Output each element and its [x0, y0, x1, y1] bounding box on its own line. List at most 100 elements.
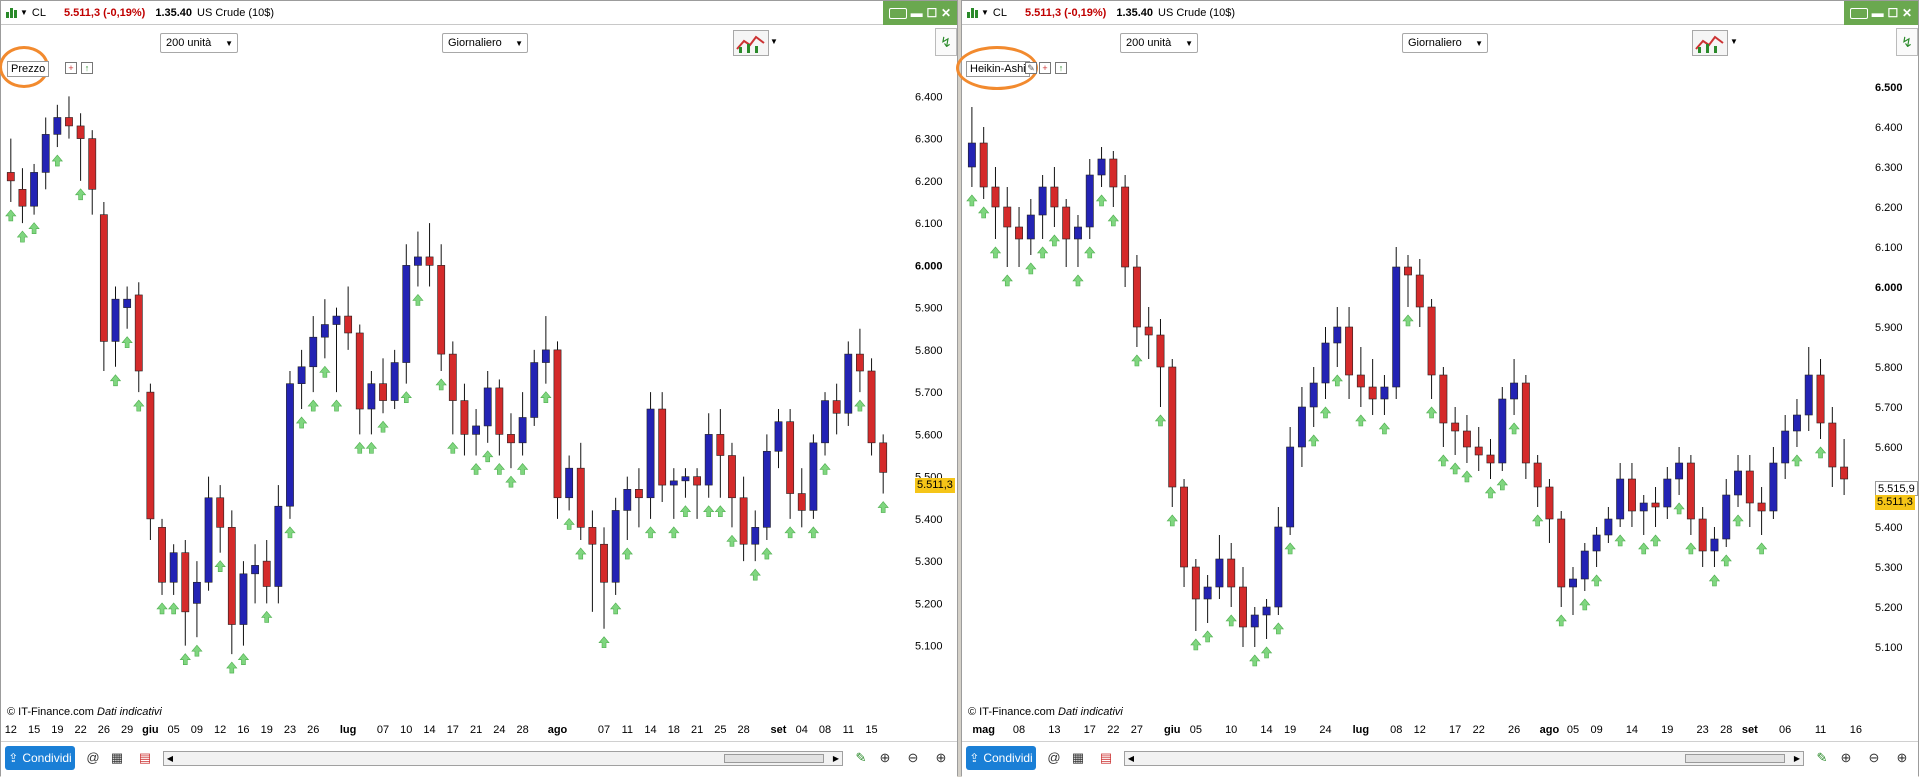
buy-arrow-icon [621, 547, 633, 560]
buy-arrow-icon [319, 365, 331, 378]
period-dropdown[interactable]: Giornaliero ▼ [1402, 33, 1488, 53]
chevron-down-icon[interactable]: ▼ [981, 8, 989, 17]
chart-type-button[interactable] [733, 30, 769, 56]
spread-value: 1.35.40 [155, 6, 193, 19]
chevron-down-icon[interactable]: ▼ [20, 8, 28, 17]
buy-arrow-icon [1154, 414, 1167, 427]
zoom-area-icon[interactable]: ⊕ [877, 750, 893, 766]
symbol-label[interactable]: CL [32, 7, 46, 19]
scroll-left-icon[interactable]: ◀ [164, 752, 176, 765]
chevron-down-icon[interactable]: ▼ [1730, 37, 1738, 46]
chevron-down-icon: ▼ [515, 39, 523, 48]
candle-body [1439, 374, 1448, 424]
chevron-down-icon[interactable]: ▼ [770, 37, 778, 46]
minimize-icon[interactable]: ▬ [911, 7, 923, 19]
draw-tool-icon[interactable]: ✎ [853, 750, 869, 766]
x-tick-label: 08 [819, 724, 831, 736]
candle-body [65, 117, 73, 127]
indicator-list-icon[interactable]: ▤ [1098, 750, 1114, 766]
x-tick-label: 19 [1661, 724, 1673, 736]
candle-body [1651, 502, 1660, 508]
buy-arrow-icon [1378, 422, 1391, 435]
x-tick-label: 17 [1449, 724, 1461, 736]
y-tick-label: 6.200 [915, 176, 943, 188]
minimize-icon[interactable]: ▬ [1872, 7, 1884, 19]
buy-arrow-icon [807, 526, 820, 539]
buy-arrow-icon [354, 441, 366, 454]
candle-body [658, 408, 667, 486]
candle-body [879, 442, 888, 473]
symbol-label[interactable]: CL [993, 7, 1007, 19]
buy-arrow-icon [1131, 354, 1143, 367]
buy-arrow-icon [819, 463, 831, 475]
units-dropdown[interactable]: 200 unità ▼ [1120, 33, 1198, 53]
horizontal-scrollbar[interactable]: ◀ ▶ [1124, 751, 1804, 766]
remove-icon[interactable]: + [1039, 62, 1051, 74]
maximize-icon[interactable]: ☐ [926, 7, 937, 19]
zoom-out-icon[interactable]: ⊖ [905, 750, 921, 766]
x-tick-label: 07 [598, 724, 610, 736]
arrow-up-icon[interactable]: ↑ [81, 62, 93, 74]
candle-body [1462, 430, 1471, 448]
x-tick-label: 08 [1390, 724, 1402, 736]
globe-icon[interactable]: @ [1046, 750, 1062, 766]
close-icon[interactable]: ✕ [1902, 7, 1912, 19]
chart-label[interactable]: Prezzo [7, 61, 50, 77]
close-icon[interactable]: ✕ [941, 7, 951, 19]
candle-body [1050, 186, 1059, 208]
draw-tool-icon[interactable]: ✎ [1814, 750, 1830, 766]
zoom-in-icon[interactable]: ⊕ [933, 750, 949, 766]
candle-body [1368, 386, 1377, 400]
candle-body [1180, 486, 1189, 568]
scroll-right-icon[interactable]: ▶ [830, 752, 842, 765]
zoom-in-icon[interactable]: ⊕ [1894, 750, 1910, 766]
globe-icon[interactable]: @ [85, 750, 101, 766]
buy-arrow-icon [749, 568, 761, 581]
horizontal-scrollbar[interactable]: ◀ ▶ [163, 751, 843, 766]
candle-body [1262, 606, 1271, 616]
candle-body [1321, 342, 1330, 384]
buy-arrow-icon [1484, 486, 1497, 499]
candle-body [1239, 586, 1247, 628]
candles-icon[interactable] [5, 7, 17, 19]
buy-arrow-icon [1508, 422, 1520, 435]
chart-type-button[interactable] [1692, 30, 1728, 56]
share-button[interactable]: ⇪ Condividi [966, 746, 1036, 770]
candle-body [1604, 518, 1613, 536]
indicator-list-icon[interactable]: ▤ [137, 750, 153, 766]
units-value: 200 unità [1126, 37, 1172, 49]
buy-arrow-icon [703, 505, 715, 518]
arrow-up-icon[interactable]: ↑ [1055, 62, 1067, 74]
maximize-icon[interactable]: ☐ [1887, 7, 1898, 19]
zoom-area-icon[interactable]: ⊕ [1838, 750, 1854, 766]
candle-body [1769, 462, 1778, 512]
scroll-thumb[interactable] [1685, 754, 1785, 763]
last-price-tag: 5.511,3 [1875, 495, 1915, 510]
candlestick-chart[interactable]: 6.400 6.300 6.200 6.100 6.000 5.900 5.800 5.700… [1, 59, 959, 739]
calculator-icon[interactable]: ▦ [109, 750, 125, 766]
edit-icon[interactable]: ✎ [1025, 62, 1037, 74]
keyboard-icon[interactable] [888, 7, 907, 19]
remove-icon[interactable]: + [65, 62, 77, 74]
candles-icon[interactable] [966, 7, 978, 19]
chart-label[interactable]: Heikin-Ashi [966, 61, 1030, 77]
buy-arrow-icon [1331, 374, 1343, 387]
candle-body [204, 497, 213, 583]
x-tick-label: 14 [423, 724, 435, 736]
scroll-thumb[interactable] [724, 754, 824, 763]
buy-arrow-icon [1084, 246, 1096, 259]
heikin-ashi-chart[interactable]: 6.500 6.400 6.300 6.200 6.100 6.000 5.900 5.800… [962, 59, 1918, 739]
y-tick-label: 5.900 [1875, 322, 1903, 334]
calculator-icon[interactable]: ▦ [1070, 750, 1086, 766]
zoom-out-icon[interactable]: ⊖ [1866, 750, 1882, 766]
period-dropdown[interactable]: Giornaliero ▼ [442, 33, 528, 53]
scroll-right-icon[interactable]: ▶ [1791, 752, 1803, 765]
buy-arrow-icon [307, 399, 319, 412]
units-dropdown[interactable]: 200 unità ▼ [160, 33, 238, 53]
share-button[interactable]: ⇪ Condividi [5, 746, 75, 770]
indicator-button[interactable]: ↯ [1896, 28, 1918, 56]
keyboard-icon[interactable] [1849, 7, 1868, 19]
indicator-button[interactable]: ↯ [935, 28, 957, 56]
candle-body [414, 256, 422, 266]
scroll-left-icon[interactable]: ◀ [1125, 752, 1137, 765]
